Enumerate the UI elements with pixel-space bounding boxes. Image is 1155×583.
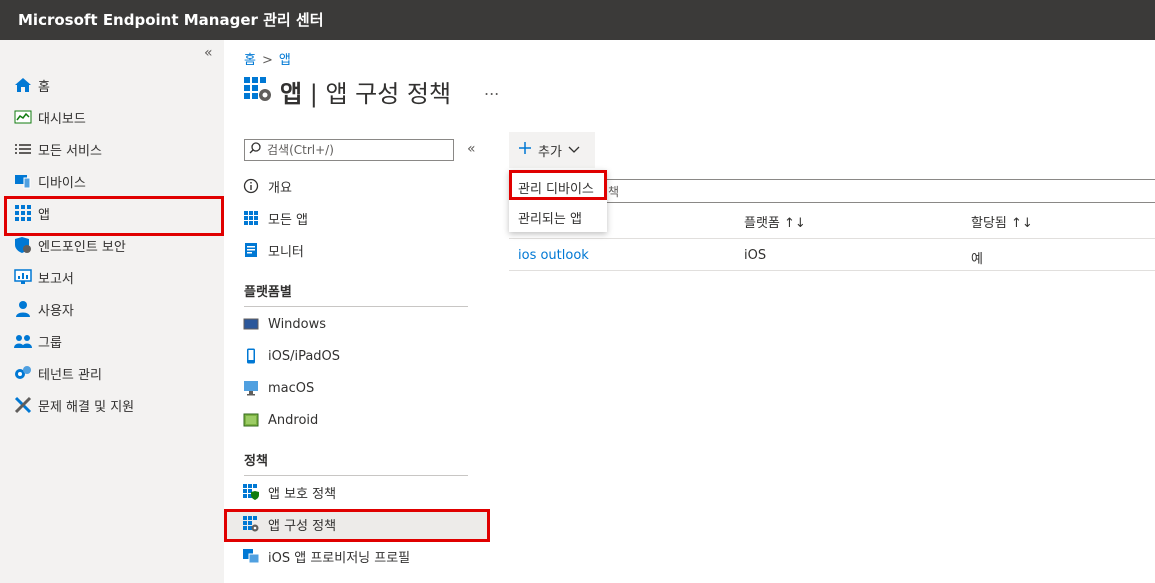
- group-icon: [14, 332, 32, 350]
- subnav-item-label: iOS 앱 프로비저닝 프로필: [268, 550, 411, 566]
- subnav-item-all-apps[interactable]: 모든 앱: [243, 207, 308, 229]
- app-title-bar: Microsoft Endpoint Manager 관리 센터: [0, 0, 1155, 40]
- subnav-item-overview[interactable]: 개요: [243, 175, 292, 197]
- highlight-managed-devices: [509, 170, 607, 200]
- highlight-app-config: [224, 509, 490, 542]
- search-icon: [249, 142, 261, 158]
- shield-icon: [14, 236, 32, 254]
- nav-item-endpoint-security[interactable]: 엔드포인트 보안: [14, 234, 126, 256]
- dashboard-icon: [14, 108, 32, 126]
- nav-item-troubleshoot[interactable]: 문제 해결 및 지원: [14, 394, 134, 416]
- table-cell-assigned: 예: [971, 252, 983, 267]
- subnav-item-label: iOS/iPadOS: [268, 348, 341, 364]
- reports-icon: [14, 268, 32, 286]
- subnav-item-windows[interactable]: Windows: [243, 313, 326, 335]
- add-button-label: 추가: [538, 144, 562, 160]
- page-title-separator: |: [302, 80, 326, 108]
- subnav-item-label: Windows: [268, 316, 327, 332]
- table-divider: [509, 238, 1155, 239]
- subnav-item-label: 모든 앱: [268, 212, 309, 228]
- user-icon: [14, 300, 32, 318]
- nav-item-label: 디바이스: [38, 175, 86, 191]
- nav-item-label: 보고서: [38, 271, 74, 287]
- nav-item-label: 사용자: [38, 303, 74, 319]
- column-header-platform[interactable]: 플랫폼 ↑↓: [744, 212, 806, 231]
- section-divider: [244, 306, 468, 307]
- subnav-item-label: 모니터: [268, 244, 304, 260]
- list-icon: [14, 140, 32, 158]
- collapse-subnav-icon[interactable]: «: [467, 141, 476, 157]
- provisioning-icon: [243, 548, 259, 564]
- breadcrumb-apps[interactable]: 앱: [279, 53, 291, 68]
- subnav-item-label: macOS: [268, 380, 315, 396]
- mac-icon: [243, 380, 259, 396]
- section-header-platform: 플랫폼별: [244, 285, 292, 300]
- info-icon: [243, 178, 259, 194]
- subnav-item-label: Android: [268, 412, 319, 428]
- nav-item-users[interactable]: 사용자: [14, 298, 74, 320]
- app-config-icon: [244, 75, 272, 109]
- add-button[interactable]: 추가: [509, 132, 595, 168]
- subnav-search-box[interactable]: [244, 139, 454, 161]
- home-icon: [14, 76, 32, 94]
- monitor-icon: [243, 242, 259, 258]
- subnav-item-macos[interactable]: macOS: [243, 377, 314, 399]
- subnav-item-ios-provisioning[interactable]: iOS 앱 프로비저닝 프로필: [243, 545, 410, 567]
- table-cell-platform: iOS: [744, 248, 767, 263]
- nav-item-home[interactable]: 홈: [14, 74, 50, 96]
- app-protection-icon: [243, 484, 259, 500]
- page-title-rest: 앱 구성 정책: [325, 80, 452, 108]
- nav-item-reports[interactable]: 보고서: [14, 266, 74, 288]
- section-header-policy: 정책: [244, 454, 268, 469]
- subnav-item-app-protection[interactable]: 앱 보호 정책: [243, 481, 336, 503]
- nav-item-label: 모든 서비스: [38, 143, 102, 159]
- subnav-item-label: 개요: [268, 180, 292, 196]
- dropdown-item-managed-apps[interactable]: 관리되는 앱: [518, 208, 582, 227]
- section-divider: [244, 475, 468, 476]
- nav-item-dashboard[interactable]: 대시보드: [14, 106, 86, 128]
- search-input[interactable]: [265, 142, 449, 158]
- nav-item-groups[interactable]: 그룹: [14, 330, 62, 352]
- filter-text: 책: [608, 185, 620, 199]
- android-icon: [243, 412, 259, 428]
- troubleshoot-icon: [14, 396, 32, 414]
- breadcrumb: 홈 > 앱: [244, 49, 291, 68]
- plus-icon: [518, 141, 532, 159]
- nav-item-label: 대시보드: [38, 111, 86, 127]
- nav-item-label: 그룹: [38, 335, 62, 351]
- breadcrumb-home[interactable]: 홈: [244, 53, 256, 68]
- subnav-item-label: 앱 보호 정책: [268, 486, 337, 502]
- apps-icon: [243, 210, 259, 226]
- tenant-icon: [14, 364, 32, 382]
- subnav-item-ios[interactable]: iOS/iPadOS: [243, 345, 340, 367]
- highlight-nav-apps: [4, 196, 224, 236]
- windows-icon: [243, 316, 259, 332]
- collapse-nav-icon[interactable]: «: [204, 45, 213, 61]
- devices-icon: [14, 172, 32, 190]
- nav-item-devices[interactable]: 디바이스: [14, 170, 86, 192]
- subnav-item-monitor[interactable]: 모니터: [243, 239, 304, 261]
- nav-item-tenant-admin[interactable]: 테넌트 관리: [14, 362, 102, 384]
- nav-item-label: 문제 해결 및 지원: [38, 399, 135, 415]
- nav-item-label: 홈: [38, 79, 50, 95]
- subnav-item-android[interactable]: Android: [243, 409, 318, 431]
- app-title: Microsoft Endpoint Manager 관리 센터: [18, 11, 324, 29]
- phone-icon: [243, 348, 259, 364]
- page-title-bold: 앱: [280, 80, 303, 108]
- nav-item-label: 엔드포인트 보안: [38, 239, 126, 255]
- table-cell-name[interactable]: ios outlook: [518, 248, 589, 263]
- page-title: 앱 | 앱 구성 정책: [244, 74, 451, 109]
- column-header-assigned[interactable]: 할당됨 ↑↓: [971, 212, 1033, 231]
- breadcrumb-separator: >: [261, 53, 273, 68]
- nav-item-label: 테넌트 관리: [38, 367, 102, 383]
- chevron-down-icon: [568, 143, 580, 158]
- table-row-divider: [509, 270, 1155, 271]
- nav-item-all-services[interactable]: 모든 서비스: [14, 138, 102, 160]
- more-options-button[interactable]: ...: [484, 80, 499, 99]
